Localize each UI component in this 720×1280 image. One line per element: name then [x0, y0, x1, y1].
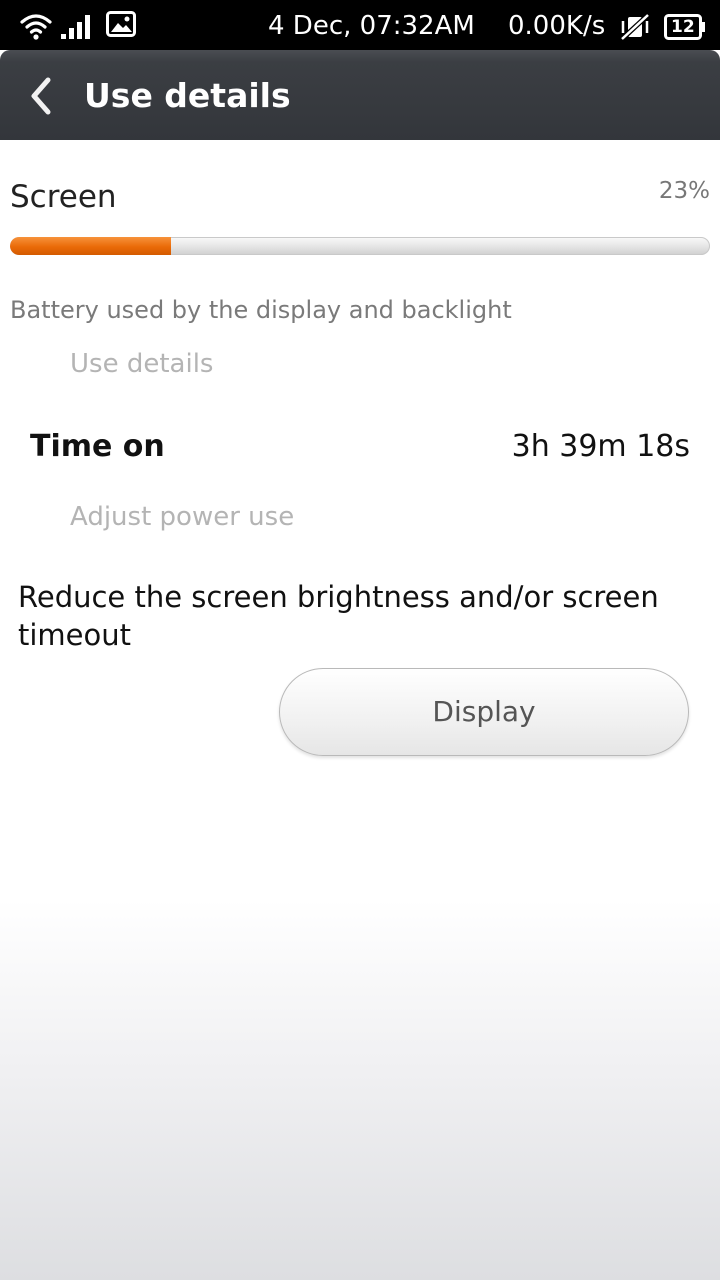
status-datetime: 4 Dec, 07:32AM — [268, 11, 475, 41]
action-bar: Use details — [0, 50, 720, 140]
signal-icon — [60, 12, 94, 44]
gallery-notification-icon — [106, 11, 136, 41]
screen-label: Screen — [10, 179, 117, 215]
use-details-header: Use details — [70, 349, 214, 379]
screen-percent: 23% — [658, 178, 710, 204]
chevron-left-icon[interactable] — [24, 76, 64, 116]
page-title: Use details — [84, 76, 291, 115]
time-on-row: Time on 3h 39m 18s — [30, 426, 690, 470]
power-tip: Reduce the screen brightness and/or scre… — [18, 580, 659, 652]
vibrate-off-icon — [619, 13, 651, 45]
time-on-label: Time on — [30, 429, 165, 464]
battery-usage-fill — [10, 237, 171, 255]
network-speed: 0.00K/s — [508, 11, 606, 41]
battery-usage-bar — [10, 237, 710, 255]
status-bar: 4 Dec, 07:32AM 0.00K/s 12 — [0, 0, 720, 50]
battery-level: 12 — [671, 17, 695, 37]
time-on-value: 3h 39m 18s — [511, 429, 690, 464]
screen-description: Battery used by the display and backligh… — [10, 296, 512, 324]
display-settings-button[interactable]: Display — [279, 668, 689, 756]
adjust-power-header: Adjust power use — [70, 502, 295, 532]
wifi-icon — [20, 12, 52, 44]
